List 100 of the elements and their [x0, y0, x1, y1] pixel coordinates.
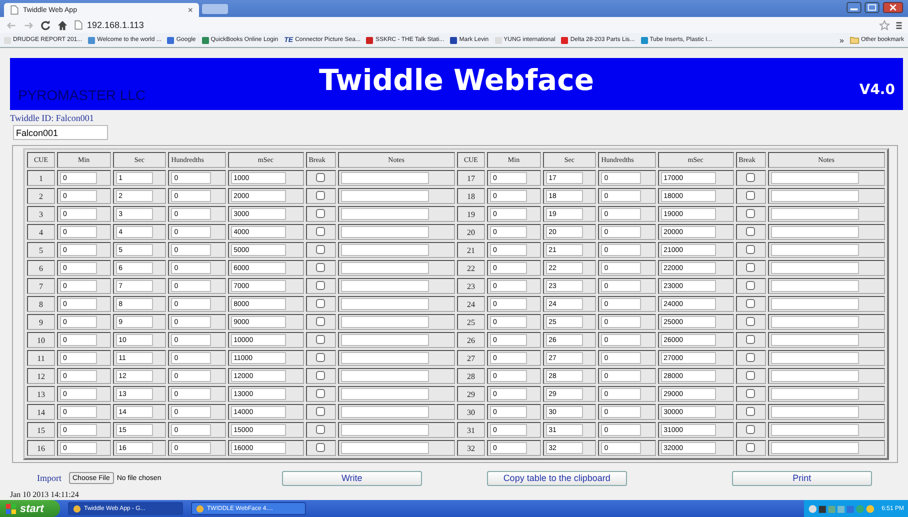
break-checkbox[interactable] [316, 316, 326, 326]
notes-field[interactable] [770, 406, 859, 418]
break-checkbox[interactable] [746, 262, 756, 272]
notes-field[interactable] [770, 370, 859, 382]
notes-field[interactable] [340, 244, 429, 256]
notes-field[interactable] [770, 424, 859, 436]
break-checkbox[interactable] [316, 244, 326, 254]
cue-number: 27 [456, 350, 485, 366]
break-checkbox[interactable] [316, 298, 326, 308]
notes-field[interactable] [340, 226, 429, 238]
start-button[interactable]: start [0, 500, 60, 517]
restore-icon[interactable] [864, 2, 880, 13]
cue-number: 12 [27, 368, 55, 384]
notes-field[interactable] [340, 190, 429, 202]
break-checkbox[interactable] [746, 244, 756, 254]
notes-field[interactable] [340, 424, 429, 436]
cue-number: 21 [456, 242, 485, 258]
break-checkbox[interactable] [746, 424, 756, 434]
menu-icon[interactable] [896, 20, 902, 30]
break-checkbox[interactable] [316, 442, 326, 452]
notes-field[interactable] [340, 442, 429, 454]
twiddle-id-field[interactable]: Falcon001 [13, 125, 108, 140]
notes-field[interactable] [340, 172, 429, 184]
break-checkbox[interactable] [746, 316, 756, 326]
notes-field[interactable] [770, 190, 859, 202]
break-checkbox[interactable] [316, 226, 326, 236]
action-button[interactable]: Copy table to the clipboard [486, 470, 627, 486]
action-button[interactable]: Write [282, 470, 422, 486]
cue-number: 17 [456, 170, 485, 186]
cue-number: 18 [456, 188, 485, 204]
notes-field[interactable] [340, 352, 429, 364]
notes-field[interactable] [340, 208, 429, 220]
notes-field[interactable] [770, 442, 859, 454]
break-checkbox[interactable] [746, 190, 756, 200]
home-icon[interactable] [57, 20, 68, 30]
cue-number: 15 [27, 422, 55, 438]
break-checkbox[interactable] [746, 280, 756, 290]
star-icon[interactable] [879, 20, 890, 30]
notes-field[interactable] [770, 334, 859, 346]
cue-number: 30 [456, 404, 485, 420]
cue-number: 28 [456, 368, 485, 384]
break-checkbox[interactable] [746, 442, 756, 452]
break-checkbox[interactable] [746, 352, 756, 362]
notes-field[interactable] [340, 334, 429, 346]
notes-field[interactable] [340, 370, 429, 382]
break-checkbox[interactable] [746, 208, 756, 218]
break-checkbox[interactable] [316, 406, 326, 416]
notes-field[interactable] [340, 280, 429, 292]
cue-number: 13 [27, 386, 55, 402]
notes-field[interactable] [770, 244, 859, 256]
break-checkbox[interactable] [316, 208, 326, 218]
notes-field[interactable] [340, 388, 429, 400]
notes-field[interactable] [770, 208, 859, 220]
reload-icon[interactable] [40, 20, 51, 30]
notes-field[interactable] [770, 298, 859, 310]
notes-field[interactable] [770, 172, 859, 184]
break-checkbox[interactable] [316, 424, 326, 434]
break-checkbox[interactable] [746, 226, 756, 236]
notes-field[interactable] [340, 406, 429, 418]
break-checkbox[interactable] [316, 280, 326, 290]
break-checkbox[interactable] [316, 388, 326, 398]
notes-field[interactable] [770, 352, 859, 364]
cue-number: 31 [456, 422, 485, 438]
notes-field[interactable] [770, 280, 859, 292]
break-checkbox[interactable] [316, 370, 326, 380]
notes-field[interactable] [340, 298, 429, 310]
break-checkbox[interactable] [746, 370, 756, 380]
timestamp: Jan 10 2013 14:11:24 [10, 490, 80, 499]
notes-field[interactable] [770, 388, 859, 400]
break-checkbox[interactable] [746, 334, 756, 344]
notes-field[interactable] [340, 262, 429, 274]
notes-field[interactable] [770, 262, 859, 274]
cue-number: 8 [27, 296, 55, 312]
cue-number: 26 [456, 332, 485, 348]
break-checkbox[interactable] [746, 388, 756, 398]
break-checkbox[interactable] [316, 334, 326, 344]
break-checkbox[interactable] [316, 190, 326, 200]
break-checkbox[interactable] [746, 406, 756, 416]
cue-number: 11 [27, 350, 55, 366]
notes-field[interactable] [770, 316, 859, 328]
break-checkbox[interactable] [746, 298, 756, 308]
cue-number: 23 [456, 278, 485, 294]
notes-field[interactable] [770, 226, 859, 238]
break-checkbox[interactable] [316, 262, 326, 272]
break-checkbox[interactable] [316, 172, 326, 182]
cue-number: 22 [456, 260, 485, 276]
break-checkbox[interactable] [746, 172, 756, 182]
notes-field[interactable] [340, 316, 429, 328]
break-checkbox[interactable] [316, 352, 326, 362]
minimize-icon[interactable] [846, 2, 862, 13]
action-button[interactable]: Print [732, 470, 872, 486]
cue-number: 32 [456, 440, 485, 456]
import-label: Import [37, 473, 62, 483]
cue-number: 25 [456, 314, 485, 330]
bookmarks-overflow-button[interactable]: » [840, 36, 844, 44]
cue-number: 9 [27, 314, 55, 330]
close-icon[interactable] [882, 2, 904, 13]
cue-number: 2 [27, 188, 55, 204]
close-tab-button[interactable]: × [188, 5, 193, 15]
page-icon [10, 5, 19, 15]
